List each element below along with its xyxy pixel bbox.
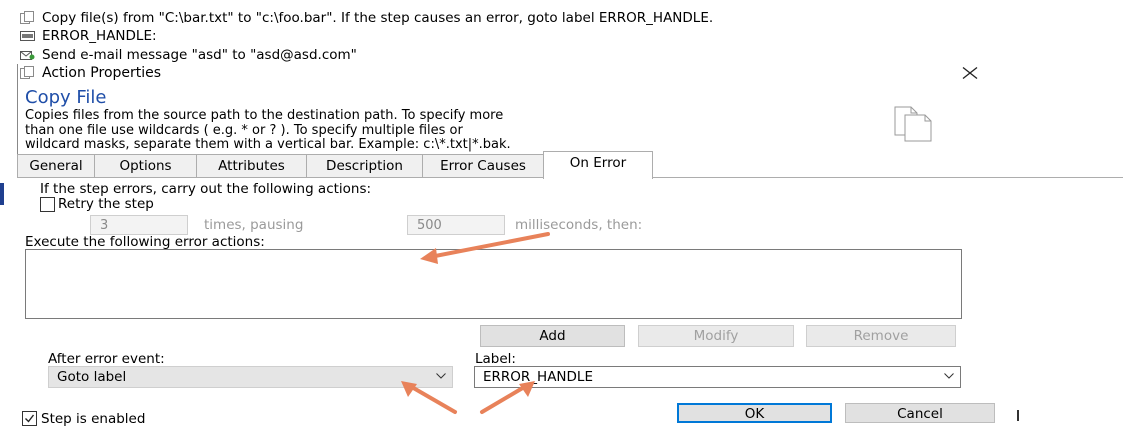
add-button[interactable]: Add: [480, 325, 625, 347]
tab-error-causes[interactable]: Error Causes: [422, 154, 544, 178]
label-icon: [20, 31, 35, 41]
selection-marker: [0, 183, 4, 205]
dialog-heading: Copy File: [25, 87, 107, 108]
error-actions-list[interactable]: [25, 249, 962, 319]
tab-on-error[interactable]: On Error: [543, 151, 653, 179]
ms-label: milliseconds, then:: [515, 217, 643, 233]
cancel-button[interactable]: Cancel: [845, 403, 995, 423]
after-error-dropdown[interactable]: Goto label: [48, 366, 453, 388]
close-icon[interactable]: [958, 62, 982, 84]
modify-button[interactable]: Modify: [638, 325, 794, 347]
tab-attributes[interactable]: Attributes: [196, 154, 307, 178]
chevron-down-icon: [944, 373, 954, 379]
dialog-title: Action Properties: [42, 65, 162, 81]
tab-general[interactable]: General: [17, 154, 95, 178]
chevron-down-icon: [436, 373, 446, 379]
retry-checkbox[interactable]: [40, 197, 55, 212]
description-line: wildcard masks, separate them with a ver…: [25, 137, 511, 152]
check-icon: [25, 414, 35, 423]
label-value: ERROR_HANDLE: [483, 369, 593, 385]
ok-button[interactable]: OK: [677, 403, 832, 423]
step-text: ERROR_HANDLE:: [42, 28, 157, 44]
times-label: times, pausing: [204, 217, 304, 233]
pause-ms-input[interactable]: 500: [407, 215, 505, 235]
step-enabled-label: Step is enabled: [41, 411, 146, 427]
copy-file-icon: [20, 66, 34, 79]
step-text: Copy file(s) from "C:\bar.txt" to "c:\fo…: [42, 10, 714, 26]
after-error-value: Goto label: [57, 369, 127, 385]
tab-options[interactable]: Options: [94, 154, 197, 178]
retry-times-input[interactable]: 3: [90, 215, 188, 235]
resize-grip: [1017, 410, 1019, 421]
remove-button[interactable]: Remove: [806, 325, 956, 347]
email-icon: [20, 51, 35, 60]
retry-label: Retry the step: [58, 196, 154, 212]
description-line: than one file use wildcards ( e.g. * or …: [25, 122, 463, 138]
copy-file-icon: [20, 11, 34, 24]
step-enabled-checkbox[interactable]: [22, 411, 37, 426]
label-dropdown[interactable]: ERROR_HANDLE: [474, 366, 961, 388]
description-line: Copies files from the source path to the…: [25, 108, 504, 123]
files-icon: [894, 106, 932, 142]
dialog-description: Copies files from the source path to the…: [25, 108, 865, 153]
tab-description[interactable]: Description: [306, 154, 423, 178]
